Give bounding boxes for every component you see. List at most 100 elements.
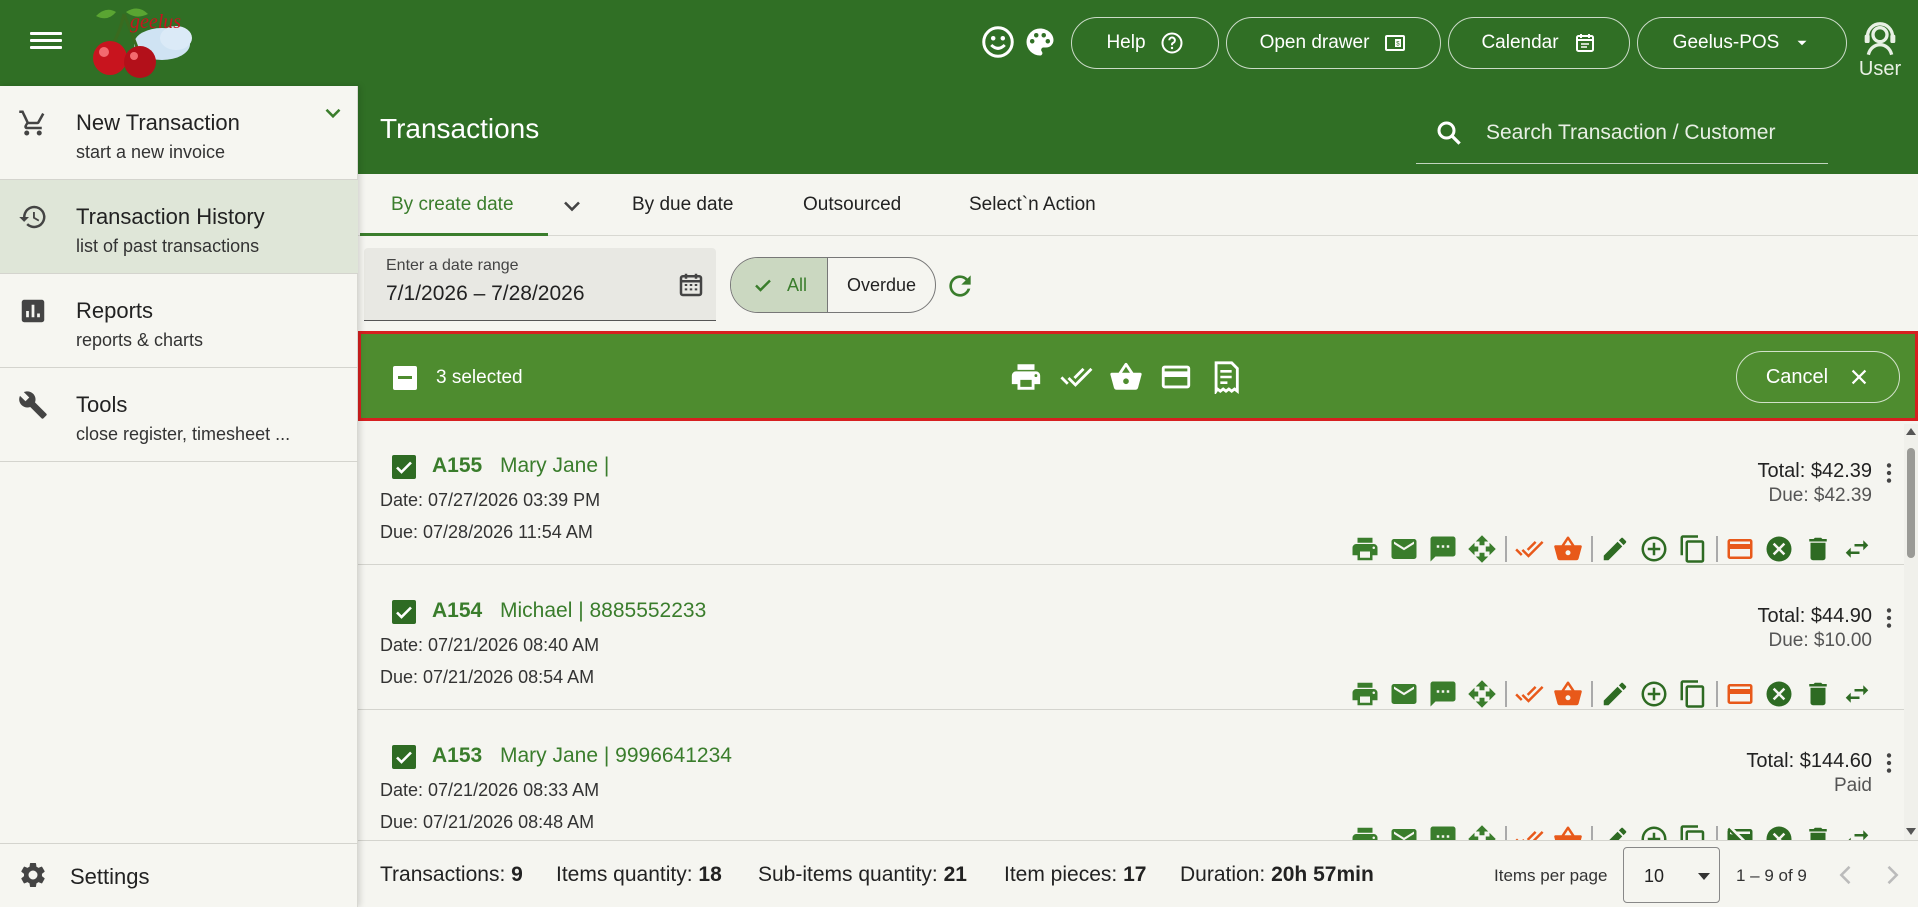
print-icon[interactable] (1009, 360, 1043, 394)
row-checkbox[interactable] (392, 455, 416, 479)
move-arrows-icon[interactable] (1467, 824, 1497, 840)
swap-arrows-icon[interactable] (1842, 824, 1872, 840)
date-range-field[interactable]: Enter a date range 7/1/2026 – 7/28/2026 (364, 248, 716, 321)
cancel-selection-button[interactable]: Cancel (1736, 351, 1900, 403)
move-arrows-icon[interactable] (1467, 534, 1497, 564)
toggle-all[interactable]: All (731, 258, 828, 312)
pos-selector-button[interactable]: Geelus-POS (1637, 17, 1847, 69)
transaction-row[interactable]: A154 Michael | 8885552233 Date: 07/21/20… (358, 569, 1904, 710)
transaction-id[interactable]: A154 (432, 599, 482, 623)
transaction-id[interactable]: A153 (432, 744, 482, 768)
transaction-total: Total: $144.60 (1746, 750, 1872, 772)
date-range-label: Enter a date range (386, 257, 519, 274)
double-check-icon[interactable] (1514, 534, 1544, 564)
refresh-icon[interactable] (944, 270, 976, 302)
credit-card-icon[interactable] (1725, 534, 1755, 564)
cancel-circle-icon[interactable] (1764, 824, 1794, 840)
select-all-checkbox[interactable] (393, 366, 417, 390)
cancel-circle-icon[interactable] (1764, 534, 1794, 564)
print-icon[interactable] (1350, 824, 1380, 840)
sidebar-item-settings[interactable]: Settings (0, 843, 358, 907)
sms-icon[interactable] (1428, 534, 1458, 564)
stat-value: 20h 57min (1271, 863, 1374, 886)
row-action-icons (1350, 534, 1900, 564)
transaction-row[interactable]: A153 Mary Jane | 9996641234 Date: 07/21/… (358, 714, 1904, 840)
delete-icon[interactable] (1803, 534, 1833, 564)
add-circle-icon[interactable] (1639, 534, 1669, 564)
email-icon[interactable] (1389, 824, 1419, 840)
row-checkbox[interactable] (392, 745, 416, 769)
edit-pencil-icon[interactable] (1600, 824, 1630, 840)
calendar-button[interactable]: Calendar (1448, 17, 1630, 69)
double-check-icon[interactable] (1514, 824, 1544, 840)
transaction-id[interactable]: A155 (432, 454, 482, 478)
basket-icon[interactable] (1553, 824, 1583, 840)
open-drawer-button[interactable]: Open drawer $ (1226, 17, 1441, 69)
hamburger-menu-icon[interactable] (30, 28, 62, 56)
tab-select-n-action[interactable]: Select`n Action (969, 194, 1096, 216)
double-check-icon[interactable] (1059, 360, 1093, 394)
stat-items-quantity: Items quantity: 18 (556, 863, 722, 887)
edit-pencil-icon[interactable] (1600, 534, 1630, 564)
stat-label: Sub-items quantity: (758, 863, 938, 886)
credit-card-icon[interactable] (1725, 679, 1755, 709)
email-icon[interactable] (1389, 679, 1419, 709)
email-icon[interactable] (1389, 534, 1419, 564)
next-page-icon[interactable] (1878, 861, 1906, 889)
no-payment-icon[interactable] (1725, 824, 1755, 840)
print-icon[interactable] (1350, 534, 1380, 564)
list-scrollbar[interactable] (1904, 424, 1918, 840)
cancel-circle-icon[interactable] (1764, 679, 1794, 709)
swap-arrows-icon[interactable] (1842, 679, 1872, 709)
double-check-icon[interactable] (1514, 679, 1544, 709)
delete-icon[interactable] (1803, 679, 1833, 709)
credit-card-icon[interactable] (1159, 360, 1193, 394)
sidebar-item-transaction-history[interactable]: Transaction History list of past transac… (0, 180, 358, 274)
sms-icon[interactable] (1428, 679, 1458, 709)
tab-outsourced[interactable]: Outsourced (803, 194, 901, 216)
basket-icon[interactable] (1553, 679, 1583, 709)
transaction-row[interactable]: A155 Mary Jane | Date: 07/27/2026 03:39 … (358, 424, 1904, 565)
copy-icon[interactable] (1678, 824, 1708, 840)
edit-pencil-icon[interactable] (1600, 679, 1630, 709)
more-vert-icon[interactable] (1876, 460, 1902, 486)
previous-page-icon[interactable] (1832, 861, 1860, 889)
print-icon[interactable] (1350, 679, 1380, 709)
copy-icon[interactable] (1678, 679, 1708, 709)
scroll-up-arrow[interactable] (1906, 428, 1916, 435)
tab-by-due-date[interactable]: By due date (632, 194, 733, 216)
customer-link[interactable]: Michael | 8885552233 (500, 599, 706, 623)
more-vert-icon[interactable] (1876, 605, 1902, 631)
calendar-icon[interactable] (676, 270, 706, 300)
customer-link[interactable]: Mary Jane | (500, 454, 609, 478)
search-input[interactable] (1486, 116, 1816, 150)
smiley-icon[interactable] (980, 24, 1016, 60)
sidebar-item-reports[interactable]: Reports reports & charts (0, 274, 358, 368)
swap-arrows-icon[interactable] (1842, 534, 1872, 564)
scroll-thumb[interactable] (1907, 448, 1915, 558)
basket-icon[interactable] (1109, 360, 1143, 394)
sidebar-item-title: Transaction History (76, 204, 265, 229)
items-per-page-select[interactable]: 10 (1623, 847, 1720, 903)
delete-icon[interactable] (1803, 824, 1833, 840)
basket-icon[interactable] (1553, 534, 1583, 564)
customer-link[interactable]: Mary Jane | 9996641234 (500, 744, 732, 768)
receipt-icon[interactable] (1209, 360, 1243, 394)
sms-icon[interactable] (1428, 824, 1458, 840)
add-circle-icon[interactable] (1639, 824, 1669, 840)
user-menu[interactable]: User (1846, 18, 1914, 81)
copy-icon[interactable] (1678, 534, 1708, 564)
move-arrows-icon[interactable] (1467, 679, 1497, 709)
tab-by-create-date[interactable]: By create date (391, 194, 514, 216)
sidebar-item-tools[interactable]: Tools close register, timesheet ... (0, 368, 358, 462)
more-vert-icon[interactable] (1876, 750, 1902, 776)
sidebar-item-new-transaction[interactable]: New Transaction start a new invoice (0, 86, 358, 180)
scroll-down-arrow[interactable] (1906, 828, 1916, 835)
row-checkbox[interactable] (392, 600, 416, 624)
help-button[interactable]: Help (1071, 17, 1219, 69)
chevron-down-icon[interactable] (558, 192, 586, 220)
chevron-down-icon[interactable] (320, 100, 346, 126)
palette-icon[interactable] (1022, 24, 1058, 60)
add-circle-icon[interactable] (1639, 679, 1669, 709)
toggle-overdue[interactable]: Overdue (828, 258, 935, 312)
